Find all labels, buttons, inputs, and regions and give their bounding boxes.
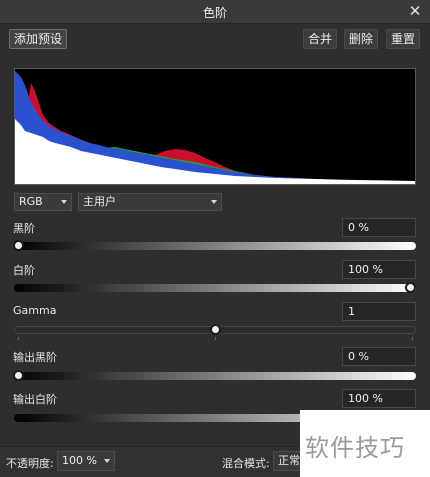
channel-value: RGB <box>19 195 43 208</box>
reset-button[interactable]: 重置 <box>386 29 420 49</box>
output-black-slider-knob[interactable] <box>13 370 24 381</box>
output-white-field[interactable]: 100 % <box>342 389 416 408</box>
black-level-slider[interactable] <box>13 240 416 251</box>
profile-value: 主用户 <box>83 195 116 208</box>
profile-dropdown[interactable]: 主用户 <box>78 193 222 211</box>
chevron-down-icon <box>104 459 110 463</box>
channel-dropdown[interactable]: RGB <box>14 193 72 211</box>
chevron-down-icon <box>211 200 217 204</box>
add-preset-button[interactable]: 添加预设 <box>9 29 67 49</box>
gamma-tick <box>18 337 19 340</box>
white-level-label: 白阶 <box>13 264 35 277</box>
output-white-label: 输出白阶 <box>13 393 57 406</box>
opacity-label: 不透明度: <box>6 457 54 470</box>
gamma-slider-knob[interactable] <box>210 324 221 335</box>
title-bar: 色阶 ✕ <box>0 0 430 24</box>
gamma-field[interactable]: 1 <box>342 302 416 321</box>
gamma-tick <box>215 337 216 340</box>
histogram <box>14 68 416 185</box>
white-level-slider[interactable] <box>14 282 416 293</box>
watermark-text: 软件技巧 <box>305 434 405 462</box>
white-level-field[interactable]: 100 % <box>342 260 416 279</box>
close-icon[interactable]: ✕ <box>406 2 424 20</box>
white-level-slider-knob[interactable] <box>405 282 416 293</box>
black-level-slider-knob[interactable] <box>13 240 24 251</box>
watermark: 软件技巧 <box>300 410 430 477</box>
output-black-slider[interactable] <box>13 370 416 381</box>
blend-mode-label: 混合模式: <box>222 457 270 470</box>
output-black-field[interactable]: 0 % <box>342 347 416 366</box>
chevron-down-icon <box>61 200 67 204</box>
black-level-label: 黑阶 <box>13 222 35 235</box>
gamma-label: Gamma <box>13 304 57 317</box>
blend-mode-value: 正常 <box>278 454 300 467</box>
black-level-field[interactable]: 0 % <box>342 218 416 237</box>
dialog-title: 色阶 <box>202 6 227 20</box>
merge-button[interactable]: 合并 <box>303 29 337 49</box>
histogram-graph <box>15 69 415 184</box>
gamma-slider[interactable] <box>14 324 416 335</box>
output-black-label: 输出黑阶 <box>13 351 57 364</box>
gamma-tick <box>412 337 413 340</box>
delete-button[interactable]: 删除 <box>344 29 378 49</box>
opacity-value: 100 % <box>62 454 97 467</box>
opacity-dropdown[interactable]: 100 % <box>57 451 115 471</box>
